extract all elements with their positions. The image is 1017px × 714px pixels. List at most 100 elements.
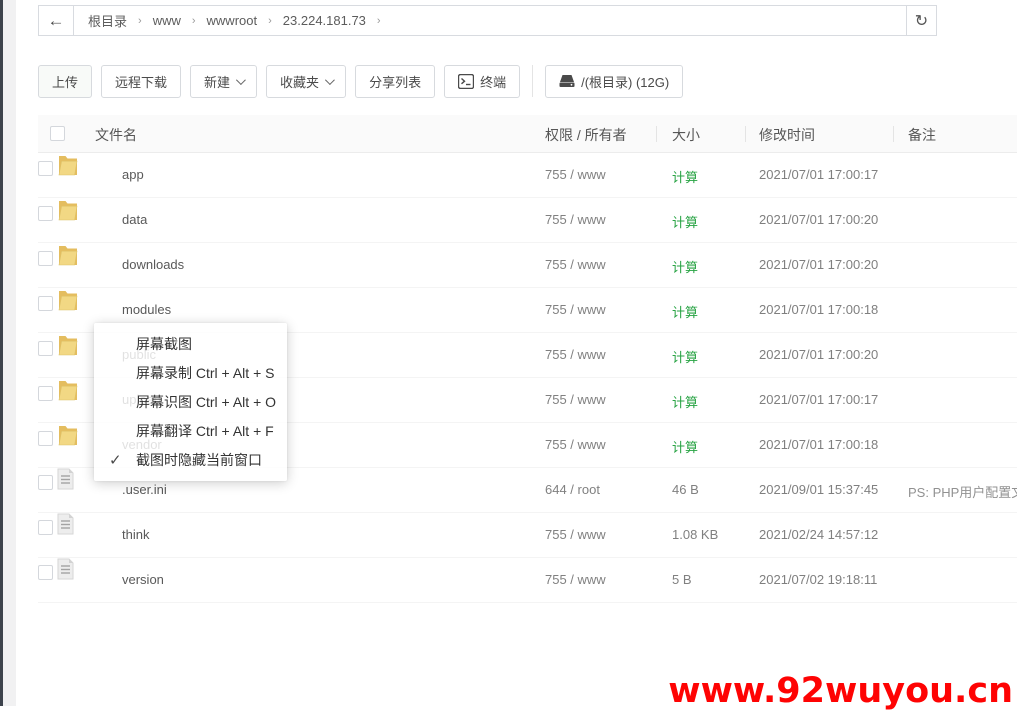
- breadcrumb-item[interactable]: 根目录: [88, 11, 127, 30]
- chevron-down-icon: [325, 75, 335, 85]
- breadcrumb-item[interactable]: www: [153, 13, 181, 28]
- row-checkbox[interactable]: [38, 206, 53, 221]
- folder-icon: [57, 209, 79, 224]
- file-modified-time: 2021/07/01 17:00:17: [759, 167, 878, 182]
- upload-button-label: 上传: [52, 72, 78, 91]
- folder-icon: [57, 389, 79, 404]
- file-modified-time: 2021/07/01 17:00:20: [759, 257, 878, 272]
- breadcrumb: 根目录 › www › wwwroot › 23.224.181.73 ›: [74, 6, 906, 35]
- header-filename: 文件名: [95, 125, 137, 145]
- file-name[interactable]: app: [122, 167, 144, 182]
- file-permissions: 644 / root: [545, 482, 600, 497]
- left-arrow-icon: ←: [48, 11, 65, 31]
- calculate-size-link[interactable]: 计算: [672, 257, 698, 276]
- file-name[interactable]: modules: [122, 302, 171, 317]
- header-permissions-owner: 权限 / 所有者: [545, 125, 627, 145]
- toolbar: 上传 远程下载 新建 收藏夹 分享列表 终端 /(根目录) (12G): [38, 64, 683, 98]
- folder-icon: [57, 344, 79, 359]
- row-checkbox[interactable]: [38, 386, 53, 401]
- remote-download-button[interactable]: 远程下载: [101, 65, 181, 98]
- favorites-button-label: 收藏夹: [280, 72, 319, 91]
- table-row: downloads 755 / www 计算 2021/07/01 17:00:…: [38, 243, 1017, 288]
- menu-item[interactable]: ✓截图时隐藏当前窗口: [94, 446, 287, 475]
- file-permissions: 755 / www: [545, 392, 606, 407]
- row-checkbox[interactable]: [38, 565, 53, 580]
- file-permissions: 755 / www: [545, 572, 606, 587]
- calculate-size-link[interactable]: 计算: [672, 437, 698, 456]
- share-list-button[interactable]: 分享列表: [355, 65, 435, 98]
- file-modified-time: 2021/09/01 15:37:45: [759, 482, 878, 497]
- favorites-dropdown-button[interactable]: 收藏夹: [266, 65, 346, 98]
- select-all-checkbox[interactable]: [50, 126, 65, 141]
- screenshot-context-menu: 屏幕截图屏幕录制 Ctrl + Alt + S 屏幕识图 Ctrl + Alt +…: [94, 323, 287, 481]
- file-name[interactable]: .user.ini: [122, 482, 167, 497]
- refresh-button[interactable]: ↻: [906, 6, 936, 35]
- calculate-size-link[interactable]: 计算: [672, 302, 698, 321]
- folder-icon: [57, 434, 79, 449]
- disk-root-button[interactable]: /(根目录) (12G): [545, 65, 683, 98]
- menu-item-label: 屏幕截图: [136, 336, 192, 352]
- menu-item[interactable]: 屏幕截图: [94, 330, 287, 359]
- file-table-header: 文件名 权限 / 所有者 大小 修改时间 备注: [38, 115, 1017, 153]
- hard-drive-icon: [559, 74, 575, 88]
- menu-item[interactable]: 屏幕识图 Ctrl + Alt + O: [94, 388, 287, 417]
- breadcrumb-separator: ›: [138, 15, 142, 27]
- row-checkbox[interactable]: [38, 520, 53, 535]
- table-row: version 755 / www 5 B 2021/07/02 19:18:1…: [38, 558, 1017, 603]
- menu-item-label: 屏幕翻译 Ctrl + Alt + F: [136, 423, 274, 439]
- terminal-button-label: 终端: [480, 72, 506, 91]
- breadcrumb-separator: ›: [377, 15, 381, 27]
- folder-icon: [57, 164, 79, 179]
- terminal-icon: [458, 74, 474, 89]
- menu-item[interactable]: 屏幕翻译 Ctrl + Alt + F: [94, 417, 287, 446]
- row-checkbox[interactable]: [38, 475, 53, 490]
- table-row: data 755 / www 计算 2021/07/01 17:00:20: [38, 198, 1017, 243]
- table-row: app 755 / www 计算 2021/07/01 17:00:17: [38, 153, 1017, 198]
- menu-item[interactable]: 屏幕录制 Ctrl + Alt + S: [94, 359, 287, 388]
- file-modified-time: 2021/07/01 17:00:20: [759, 212, 878, 227]
- toolbar-divider: [532, 65, 533, 97]
- refresh-icon: ↻: [915, 11, 928, 31]
- row-checkbox[interactable]: [38, 161, 53, 176]
- new-button-label: 新建: [204, 72, 230, 91]
- file-permissions: 755 / www: [545, 527, 606, 542]
- file-note: PS: PHP用户配置文件: [908, 482, 1017, 501]
- row-checkbox[interactable]: [38, 296, 53, 311]
- file-icon: [57, 478, 74, 493]
- header-divider: [656, 126, 657, 142]
- menu-item-label: 屏幕录制 Ctrl + Alt + S: [136, 365, 274, 381]
- menu-item-label: 屏幕识图 Ctrl + Alt + O: [136, 394, 276, 410]
- file-name[interactable]: think: [122, 527, 149, 542]
- file-permissions: 755 / www: [545, 302, 606, 317]
- breadcrumb-item[interactable]: wwwroot: [207, 13, 258, 28]
- calculate-size-link[interactable]: 计算: [672, 347, 698, 366]
- file-name[interactable]: data: [122, 212, 147, 227]
- folder-icon: [57, 254, 79, 269]
- row-checkbox[interactable]: [38, 341, 53, 356]
- file-size: 1.08 KB: [672, 527, 718, 542]
- file-name[interactable]: downloads: [122, 257, 184, 272]
- new-dropdown-button[interactable]: 新建: [190, 65, 257, 98]
- file-permissions: 755 / www: [545, 347, 606, 362]
- breadcrumb-separator: ›: [268, 15, 272, 27]
- breadcrumb-item[interactable]: 23.224.181.73: [283, 13, 366, 28]
- left-gutter: [3, 0, 16, 706]
- header-divider: [893, 126, 894, 142]
- path-bar: ← 根目录 › www › wwwroot › 23.224.181.73 › ↻: [38, 5, 937, 36]
- calculate-size-link[interactable]: 计算: [672, 212, 698, 231]
- back-button[interactable]: ←: [39, 6, 74, 35]
- breadcrumb-separator: ›: [192, 15, 196, 27]
- terminal-button[interactable]: 终端: [444, 65, 520, 98]
- upload-button[interactable]: 上传: [38, 65, 92, 98]
- file-modified-time: 2021/02/24 14:57:12: [759, 527, 878, 542]
- calculate-size-link[interactable]: 计算: [672, 392, 698, 411]
- row-checkbox[interactable]: [38, 251, 53, 266]
- file-modified-time: 2021/07/02 19:18:11: [759, 572, 877, 587]
- share-list-label: 分享列表: [369, 72, 421, 91]
- file-permissions: 755 / www: [545, 257, 606, 272]
- file-name[interactable]: version: [122, 572, 164, 587]
- calculate-size-link[interactable]: 计算: [672, 167, 698, 186]
- chevron-down-icon: [236, 75, 246, 85]
- row-checkbox[interactable]: [38, 431, 53, 446]
- file-size: 5 B: [672, 572, 692, 587]
